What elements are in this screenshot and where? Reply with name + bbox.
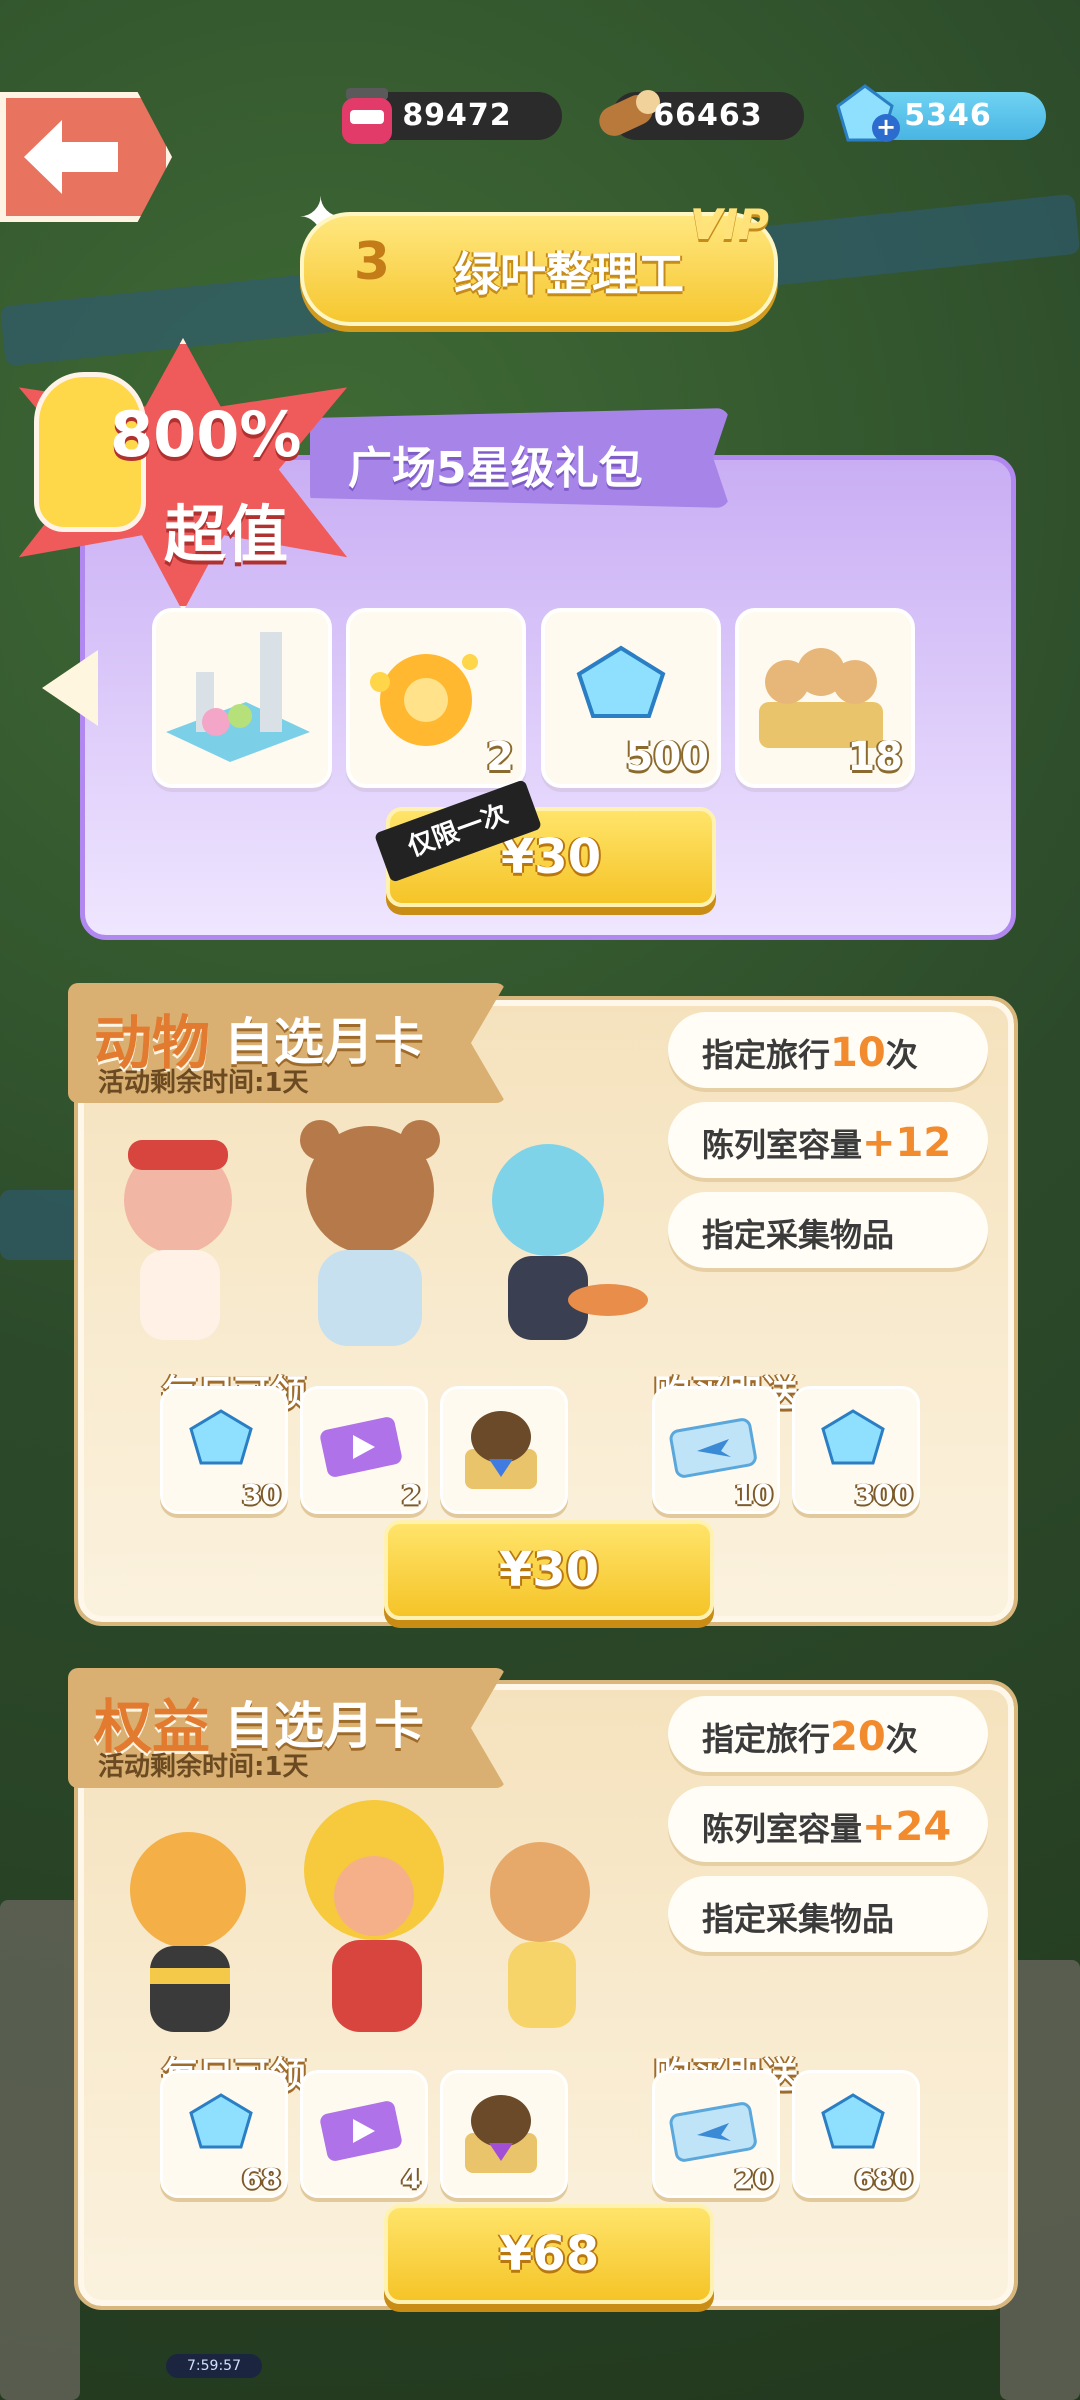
perk-label: 指定旅行: [702, 1720, 831, 1758]
pack-item[interactable]: 500: [541, 608, 721, 788]
gift-pack-title: 广场5星级礼包: [348, 443, 643, 494]
item-count: 20: [734, 2162, 773, 2195]
item-count: 300: [854, 1478, 913, 1511]
card-price: ¥68: [498, 2226, 600, 2282]
back-arrow-icon: [24, 120, 118, 194]
animal-characters-art: [124, 1120, 648, 1346]
gem-value: 5346: [904, 98, 992, 133]
footer-timer: 7:59:57: [166, 2354, 262, 2378]
daily-item[interactable]: 4: [300, 2070, 428, 2198]
perk-value: +24: [862, 1804, 952, 1850]
perk-value: 20: [830, 1714, 886, 1760]
vip-label: VIP: [690, 200, 769, 249]
perk-label: 指定采集物品: [702, 1900, 895, 1938]
jam-value: 89472: [402, 98, 512, 133]
perk-label: 指定旅行: [702, 1036, 831, 1074]
daily-item[interactable]: 68: [160, 2070, 288, 2198]
item-count: 2: [401, 1478, 421, 1511]
garden-decoration-icon: [166, 632, 310, 762]
perk-value: +12: [862, 1120, 952, 1166]
pack-item-count: 2: [486, 734, 514, 780]
pack-item-count: 500: [625, 734, 710, 780]
card-buy-button[interactable]: ¥30: [384, 1520, 714, 1620]
perk-suffix: 次: [885, 1036, 918, 1074]
rank-level: 3: [353, 232, 391, 292]
card-timer: 活动剩余时间:1天: [98, 1752, 309, 1782]
perk-capacity: 陈列室容量+24: [668, 1786, 988, 1862]
wood-value: 66463: [653, 98, 763, 133]
map-tile: [0, 1900, 80, 2400]
item-count: 4: [401, 2162, 421, 2195]
gift-basket-icon: [465, 1411, 537, 1489]
daily-item[interactable]: 30: [160, 1386, 288, 1514]
back-button[interactable]: [0, 92, 172, 222]
prev-pack-arrow-icon[interactable]: [42, 650, 98, 726]
gift-item[interactable]: 680: [792, 2070, 920, 2198]
wood-resource[interactable]: 66463: [599, 90, 804, 140]
value-badge-percent: 800%: [110, 398, 302, 471]
pack-item[interactable]: [152, 608, 332, 788]
item-count: 68: [242, 2162, 281, 2195]
gem-resource[interactable]: + 5346: [836, 84, 1046, 142]
perk-collect: 指定采集物品: [668, 1876, 988, 1952]
perk-value: 10: [830, 1030, 886, 1076]
card-buy-button[interactable]: ¥68: [384, 2204, 714, 2304]
rank-title: 绿叶整理工: [454, 247, 684, 301]
gift-item[interactable]: 10: [652, 1386, 780, 1514]
daily-item[interactable]: 2: [300, 1386, 428, 1514]
perk-travel: 指定旅行20次: [668, 1696, 988, 1772]
jam-resource[interactable]: 89472: [342, 88, 562, 144]
value-badge-text: 超值: [164, 498, 289, 571]
perk-label: 陈列室容量: [702, 1126, 863, 1164]
gift-basket-icon: [465, 2095, 537, 2173]
card-timer: 活动剩余时间:1天: [98, 1068, 309, 1098]
gift-item[interactable]: 20: [652, 2070, 780, 2198]
item-count: 30: [242, 1478, 281, 1511]
perk-suffix: 次: [885, 1720, 918, 1758]
benefit-characters-art: [130, 1800, 590, 2032]
pack-item[interactable]: 2: [346, 608, 526, 788]
perk-travel: 指定旅行10次: [668, 1012, 988, 1088]
perk-collect: 指定采集物品: [668, 1192, 988, 1268]
daily-item[interactable]: [440, 1386, 568, 1514]
perk-label: 陈列室容量: [702, 1810, 863, 1848]
gift-item[interactable]: 300: [792, 1386, 920, 1514]
perk-capacity: 陈列室容量+12: [668, 1102, 988, 1178]
perk-label: 指定采集物品: [702, 1216, 895, 1254]
daily-item[interactable]: [440, 2070, 568, 2198]
item-count: 680: [854, 2162, 913, 2195]
card-price: ¥30: [498, 1542, 600, 1598]
item-count: 10: [734, 1478, 773, 1511]
pack-item[interactable]: 18: [735, 608, 915, 788]
pack-item-count: 18: [847, 734, 903, 780]
